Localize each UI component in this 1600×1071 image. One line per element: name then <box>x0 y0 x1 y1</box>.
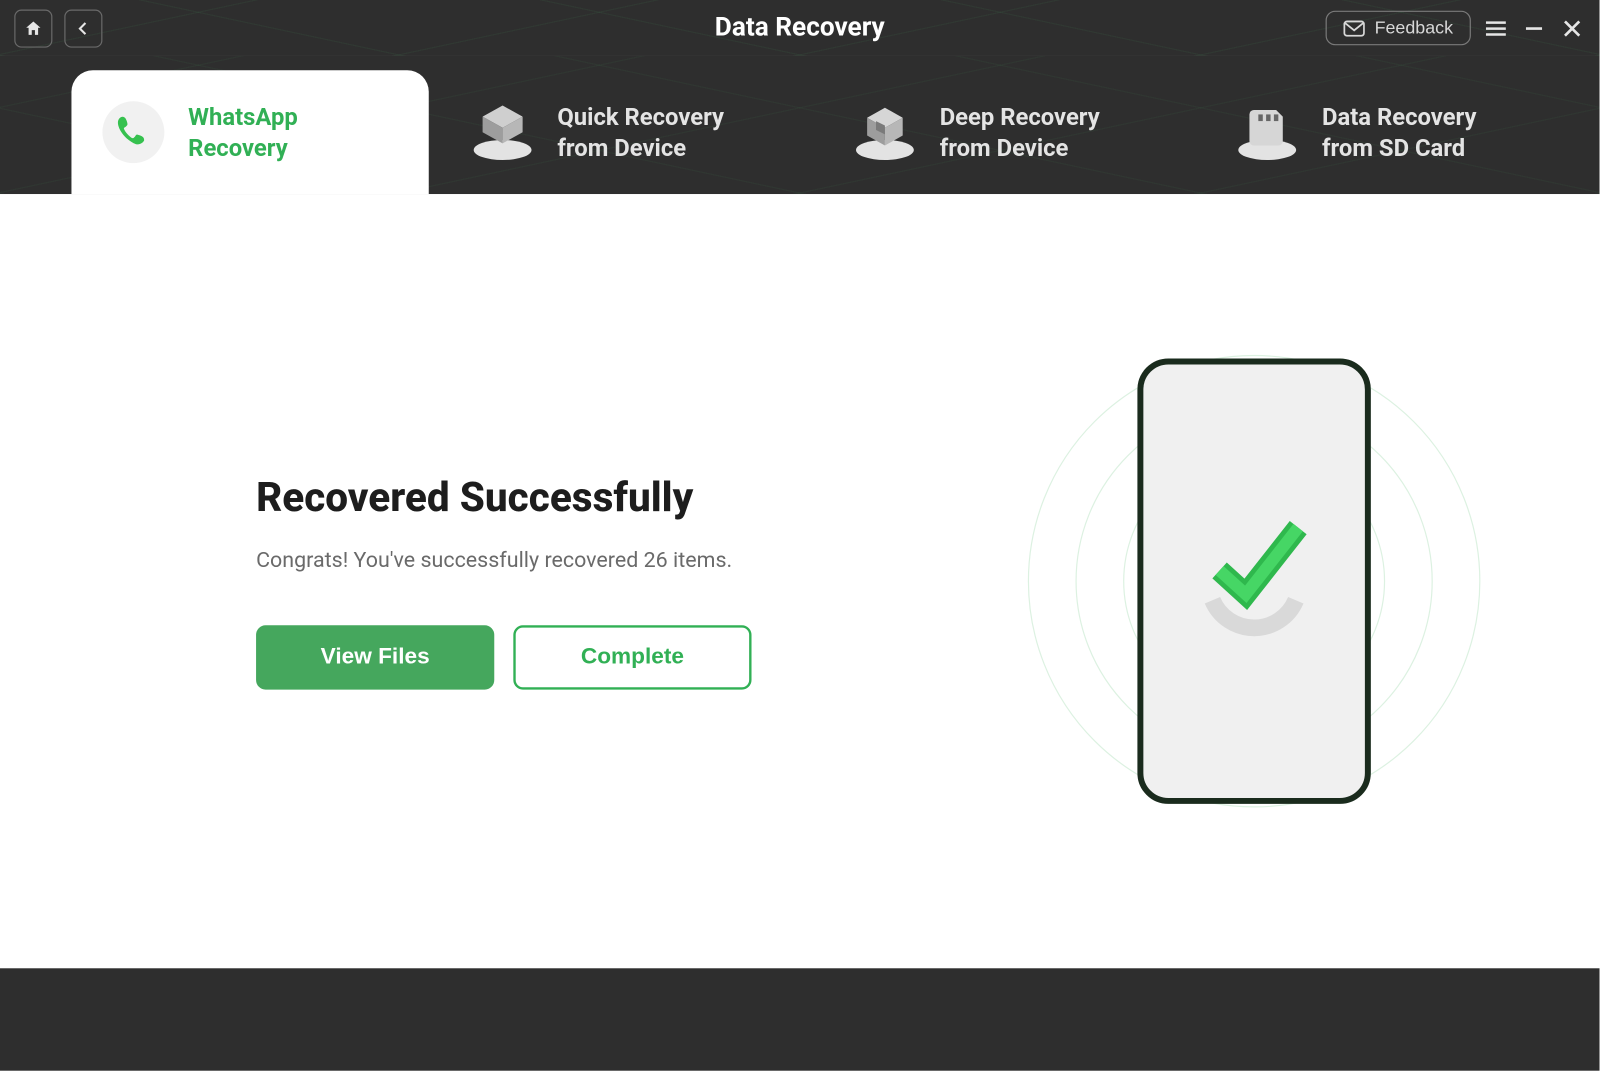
home-icon <box>24 18 43 37</box>
close-button[interactable] <box>1559 15 1585 41</box>
back-button[interactable] <box>64 9 102 47</box>
minimize-button[interactable] <box>1521 15 1547 41</box>
tab-label-line2: from Device <box>557 133 686 162</box>
tab-label-line2: Recovery <box>188 133 288 162</box>
check-icon <box>1189 506 1320 637</box>
tab-label: WhatsApp Recovery <box>188 101 298 163</box>
content-area: Recovered Successfully Congrats! You've … <box>0 194 1600 968</box>
success-text-block: Recovered Successfully Congrats! You've … <box>256 473 751 689</box>
footer-bar <box>0 968 1600 1070</box>
quick-recovery-icon <box>469 99 536 166</box>
button-row: View Files Complete <box>256 625 751 689</box>
sd-card-icon <box>1234 99 1301 166</box>
checkmark-graphic <box>1189 516 1320 647</box>
tab-label-line2: from Device <box>940 133 1069 162</box>
phone-illustration <box>1004 331 1504 831</box>
tab-whatsapp-recovery[interactable]: WhatsApp Recovery <box>71 70 428 194</box>
tab-label-line1: Data Recovery <box>1322 102 1476 131</box>
tab-quick-recovery[interactable]: Quick Recovery from Device <box>441 70 823 194</box>
success-subtitle: Congrats! You've successfully recovered … <box>256 547 751 572</box>
tab-deep-recovery[interactable]: Deep Recovery from Device <box>823 70 1205 194</box>
tab-sd-recovery[interactable]: Data Recovery from SD Card <box>1205 70 1587 194</box>
close-icon <box>1561 17 1582 38</box>
feedback-button[interactable]: Feedback <box>1326 11 1471 46</box>
tab-label-line2: from SD Card <box>1322 133 1465 162</box>
tab-label-line1: WhatsApp <box>188 102 298 131</box>
tab-label: Quick Recovery from Device <box>557 101 724 163</box>
tab-label-line1: Deep Recovery <box>940 102 1100 131</box>
deep-recovery-icon <box>852 99 919 166</box>
menu-button[interactable] <box>1483 15 1509 41</box>
tabs-bar: WhatsApp Recovery Quick Recovery from De… <box>0 56 1600 194</box>
success-title: Recovered Successfully <box>256 473 751 521</box>
complete-button[interactable]: Complete <box>513 625 751 689</box>
menu-icon <box>1484 18 1508 37</box>
mail-icon <box>1344 20 1365 37</box>
phone-frame <box>1137 358 1370 803</box>
tab-label: Deep Recovery from Device <box>940 101 1100 163</box>
home-button[interactable] <box>14 9 52 47</box>
title-bar: Data Recovery Feedback <box>0 0 1600 56</box>
tab-label: Data Recovery from SD Card <box>1322 101 1476 163</box>
minimize-icon <box>1523 17 1544 38</box>
view-files-button[interactable]: View Files <box>256 625 494 689</box>
tab-label-line1: Quick Recovery <box>557 102 724 131</box>
feedback-label: Feedback <box>1375 18 1453 38</box>
chevron-left-icon <box>75 20 92 37</box>
header-right-group: Feedback <box>1326 11 1585 46</box>
app-title: Data Recovery <box>715 13 885 43</box>
app-window: Data Recovery Feedback <box>0 0 1600 1071</box>
whatsapp-icon <box>100 99 167 166</box>
